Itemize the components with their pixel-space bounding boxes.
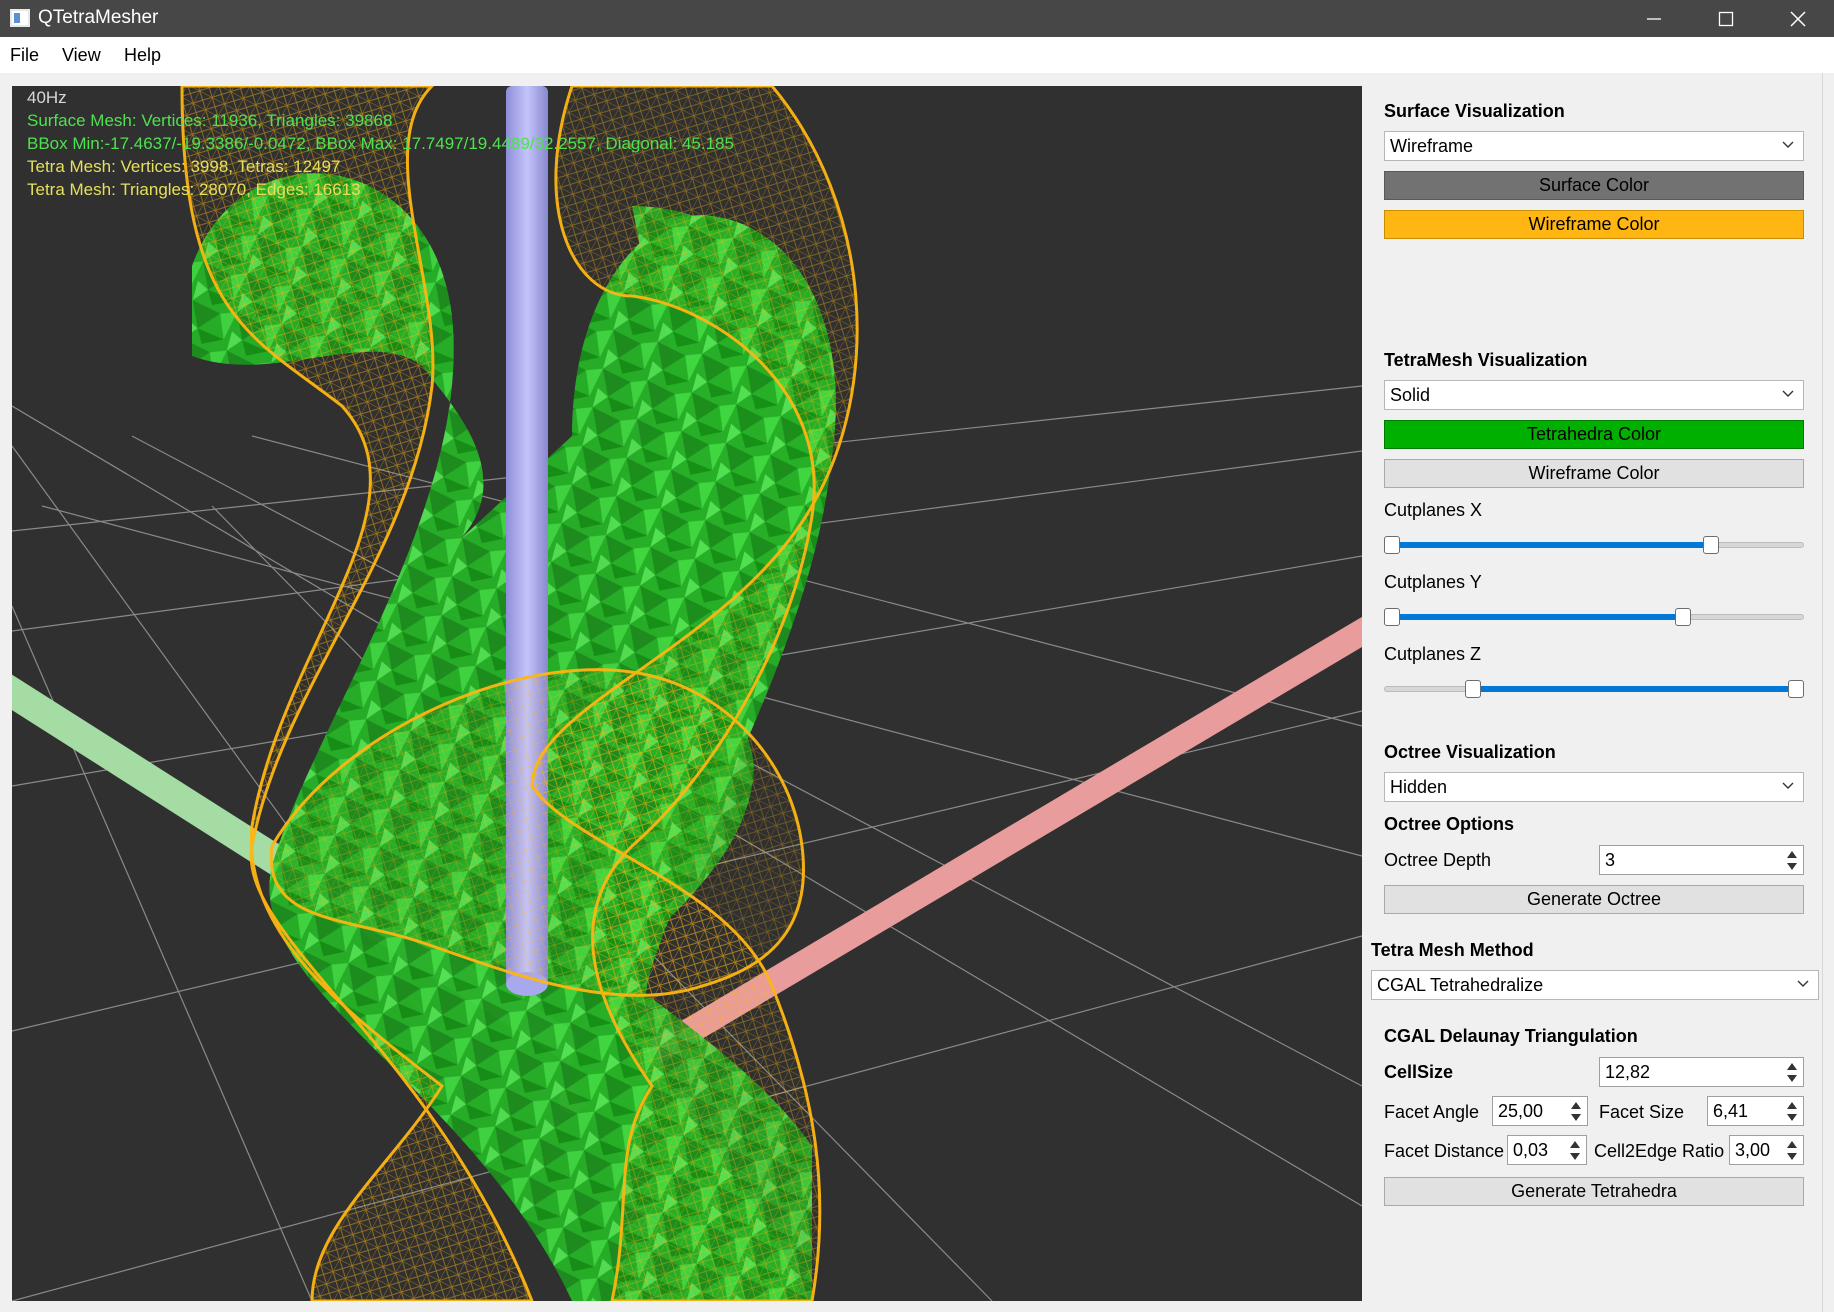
generate-tetrahedra-button[interactable]: Generate Tetrahedra [1384,1177,1804,1206]
spin-down-icon[interactable] [1783,860,1801,872]
window-edge-scrollbar [1822,73,1834,1312]
overlay-surface-mesh: Surface Mesh: Vertices: 11936, Triangles… [27,111,393,130]
octree-mode-value: Hidden [1390,777,1448,797]
menu-view[interactable]: View [62,45,101,66]
tetramesh-mode-select[interactable]: Solid [1384,380,1804,410]
scene-canvas [12,86,1362,1301]
spin-up-icon[interactable] [1566,1138,1584,1150]
cutplanes-z-label: Cutplanes Z [1384,644,1482,664]
menu-file[interactable]: File [10,45,39,66]
overlay-bbox: BBox Min:-17.4637/-19.3386/-0.0472, BBox… [27,134,734,153]
spin-down-icon[interactable] [1783,1111,1801,1123]
cellsize-label: CellSize [1384,1062,1454,1082]
spin-up-icon[interactable] [1783,1060,1801,1072]
minimize-icon [1647,17,1661,20]
title-bar: QTetraMesher [0,0,1834,37]
facet-angle-spinbox[interactable]: 25,00 [1492,1096,1588,1126]
spin-down-icon[interactable] [1783,1072,1801,1084]
chevron-down-icon [1782,782,1794,789]
cutplanes-x-high-handle[interactable] [1703,536,1720,554]
facet-distance-label: Facet Distance [1384,1141,1505,1161]
cutplanes-y-label: Cutplanes Y [1384,572,1482,592]
close-icon [1790,10,1806,27]
octree-options-title: Octree Options [1384,814,1515,834]
facet-distance-value: 0,03 [1513,1140,1549,1160]
cell2edge-spinbox[interactable]: 3,00 [1729,1135,1804,1165]
spin-up-icon[interactable] [1783,848,1801,860]
facet-angle-label: Facet Angle [1384,1102,1480,1122]
cellsize-value: 12,82 [1605,1062,1651,1082]
cutplanes-x-label: Cutplanes X [1384,500,1483,520]
overlay-tetra-triangles: Tetra Mesh: Triangles: 28070, Edges: 166… [27,180,361,199]
app-icon [10,9,30,27]
tetra-method-title: Tetra Mesh Method [1371,940,1534,960]
cell2edge-value: 3,00 [1735,1140,1771,1160]
cutplanes-z-slider[interactable] [1384,676,1804,700]
window-title: QTetraMesher [38,7,159,28]
facet-size-value: 6,41 [1713,1101,1749,1121]
spin-down-icon[interactable] [1566,1150,1584,1162]
chevron-down-icon [1782,141,1794,148]
chevron-down-icon [1797,980,1809,987]
surface-color-button[interactable]: Surface Color [1384,171,1804,200]
generate-octree-button[interactable]: Generate Octree [1384,885,1804,914]
tetramesh-section-title: TetraMesh Visualization [1384,350,1588,370]
facet-size-spinbox[interactable]: 6,41 [1707,1096,1804,1126]
tetramesh-mode-value: Solid [1390,385,1431,405]
close-button[interactable] [1762,0,1834,37]
spin-up-icon[interactable] [1783,1138,1801,1150]
tetra-method-select[interactable]: CGAL Tetrahedralize [1371,970,1819,1000]
cell2edge-label: Cell2Edge Ratio [1594,1141,1725,1161]
fps-label: 40Hz [27,88,67,107]
tetra-wireframe-color-button[interactable]: Wireframe Color [1384,459,1804,488]
cellsize-spinbox[interactable]: 12,82 [1599,1057,1804,1087]
surface-section-title: Surface Visualization [1384,101,1565,121]
maximize-button[interactable] [1690,0,1762,37]
cutplanes-y-high-handle[interactable] [1674,608,1691,626]
menu-bar: File View Help [0,37,1834,73]
minimize-button[interactable] [1618,0,1690,37]
overlay-tetra-vertices: Tetra Mesh: Vertices: 3998, Tetras: 1249… [27,157,341,176]
cutplanes-x-slider[interactable] [1384,532,1804,556]
octree-depth-label: Octree Depth [1384,850,1492,870]
facet-distance-spinbox[interactable]: 0,03 [1507,1135,1587,1165]
facet-size-label: Facet Size [1599,1102,1685,1122]
spin-down-icon[interactable] [1567,1111,1585,1123]
octree-mode-select[interactable]: Hidden [1384,772,1804,802]
maximize-icon [1718,11,1734,26]
surface-wireframe-color-button[interactable]: Wireframe Color [1384,210,1804,239]
cutplanes-z-low-handle[interactable] [1464,680,1481,698]
facet-angle-value: 25,00 [1498,1101,1544,1121]
chevron-down-icon [1782,390,1794,397]
surface-mode-select[interactable]: Wireframe [1384,131,1804,161]
cutplanes-z-high-handle[interactable] [1788,680,1804,698]
cutplanes-y-slider[interactable] [1384,604,1804,628]
octree-section-title: Octree Visualization [1384,742,1556,762]
cutplanes-y-low-handle[interactable] [1384,608,1400,626]
cutplanes-x-low-handle[interactable] [1384,536,1400,554]
3d-viewport[interactable]: 40Hz Surface Mesh: Vertices: 11936, Tria… [12,86,1362,1301]
tetra-method-value: CGAL Tetrahedralize [1377,975,1544,995]
spin-up-icon[interactable] [1567,1099,1585,1111]
spin-down-icon[interactable] [1783,1150,1801,1162]
control-panel: Surface Visualization Wireframe Surface … [1370,86,1834,1312]
tetrahedra-color-button[interactable]: Tetrahedra Color [1384,420,1804,449]
octree-depth-spinbox[interactable]: 3 [1599,845,1804,875]
octree-depth-value: 3 [1605,850,1616,870]
cgal-section-title: CGAL Delaunay Triangulation [1384,1026,1638,1046]
spin-up-icon[interactable] [1783,1099,1801,1111]
surface-mode-value: Wireframe [1390,136,1474,156]
menu-help[interactable]: Help [124,45,161,66]
